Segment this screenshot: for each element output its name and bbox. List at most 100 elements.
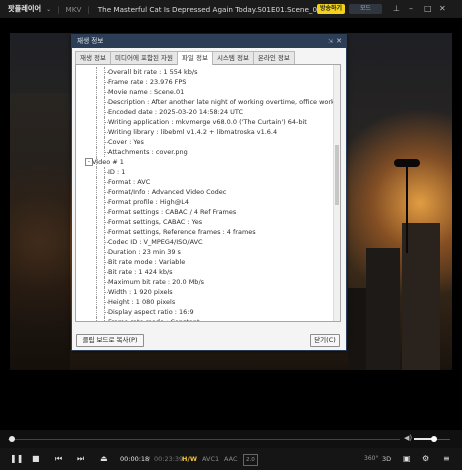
tree-row-text: Bit rate : 1 424 kb/s xyxy=(108,268,173,276)
tree-guide-line xyxy=(96,227,97,237)
tree-row[interactable]: Format settings, Reference frames : 4 fr… xyxy=(76,227,334,237)
file-info-panel[interactable]: Overall bit rate : 1 554 kb/s Frame rate … xyxy=(75,64,341,322)
tree-row[interactable]: Display aspect ratio : 16:9 xyxy=(76,307,334,317)
tree-guide-line xyxy=(96,97,97,107)
tree-row[interactable]: Description : After another late night o… xyxy=(76,97,334,107)
tree-row[interactable]: Bit rate mode : Variable xyxy=(76,257,334,267)
tree-guide-line xyxy=(96,127,97,137)
tab-0[interactable]: 재생 정보 xyxy=(75,51,111,64)
tree-row-text: Display aspect ratio : 16:9 xyxy=(108,308,194,316)
pause-icon[interactable]: ❚❚ xyxy=(10,454,23,464)
next-icon[interactable]: ⏭ xyxy=(77,454,84,464)
file-name: The Masterful Cat Is Depressed Again Tod… xyxy=(97,4,340,14)
playback-info-dialog: 재생 정보 ⇲ ✕ 재생 정보 미디어에 포함된 자원 파일 정보 시스템 정보 온라인… xyxy=(71,34,347,351)
tree-row[interactable]: Writing library : libebml v1.4.2 + libma… xyxy=(76,127,334,137)
mode-dropdown[interactable]: 모드 xyxy=(349,4,382,14)
menu-icon[interactable]: ≡ xyxy=(443,454,450,464)
volume-icon[interactable]: ◀) xyxy=(404,434,412,442)
minimize-icon[interactable]: – xyxy=(409,3,413,15)
tree-row[interactable]: Format settings : CABAC / 4 Ref Frames xyxy=(76,207,334,217)
tree-row[interactable]: Writing application : mkvmerge v68.0.0 (… xyxy=(76,117,334,127)
previous-icon[interactable]: ⏮ xyxy=(55,454,62,464)
tree-row-text: Format settings : CABAC / 4 Ref Frames xyxy=(108,208,237,216)
tree-row-text: Format settings, Reference frames : 4 fr… xyxy=(108,228,256,236)
3d-button[interactable]: 3D xyxy=(382,454,391,464)
eject-icon[interactable]: ⏏ xyxy=(100,454,108,464)
tree-row[interactable]: Height : 1 080 pixels xyxy=(76,297,334,307)
app-menu-label[interactable]: 팟플레이어 xyxy=(0,4,41,14)
tree-row-text: Attachments : cover.png xyxy=(108,148,188,156)
time-separator: / xyxy=(148,455,151,463)
scrollbar-thumb[interactable] xyxy=(335,145,339,205)
broadcast-button[interactable]: 방송하기 xyxy=(317,4,346,14)
tree-row[interactable]: Width : 1 920 pixels xyxy=(76,287,334,297)
360-view-button[interactable]: 360° xyxy=(364,454,378,464)
street-lamp xyxy=(406,163,408,253)
dialog-title-bar[interactable]: 재생 정보 ⇲ ✕ xyxy=(72,35,346,48)
file-format-label: MKV xyxy=(65,4,82,14)
tree-row[interactable]: Cover : Yes xyxy=(76,137,334,147)
tree-row-text: Frame rate : 23.976 FPS xyxy=(108,78,187,86)
file-info-tree[interactable]: Overall bit rate : 1 554 kb/s Frame rate … xyxy=(76,65,334,321)
tree-row[interactable]: Format profile : High@L4 xyxy=(76,197,334,207)
building-silhouette xyxy=(10,93,70,370)
tree-guide-line xyxy=(104,317,105,321)
tree-guide-line xyxy=(96,267,97,277)
volume-handle[interactable] xyxy=(430,436,437,442)
tree-row-text: Duration : 23 min 39 s xyxy=(108,248,181,256)
tree-row[interactable]: Format settings, CABAC : Yes xyxy=(76,217,334,227)
title-divider: | xyxy=(57,4,60,14)
close-button[interactable]: 닫기(C) xyxy=(310,334,340,347)
tree-guide-line xyxy=(96,137,97,147)
copy-to-clipboard-button[interactable]: 클립 보드로 복사(P) xyxy=(76,334,144,347)
tab-1[interactable]: 미디어에 포함된 자원 xyxy=(110,51,178,64)
title-bar: 팟플레이어 ⌄ | MKV | The Masterful Cat Is Dep… xyxy=(0,0,462,18)
chevron-down-icon[interactable]: ⌄ xyxy=(46,6,51,13)
tree-row[interactable]: Bit rate : 1 424 kb/s xyxy=(76,267,334,277)
tree-row[interactable]: Frame rate mode : Constant xyxy=(76,317,334,321)
tab-3[interactable]: 시스템 정보 xyxy=(211,51,254,64)
tree-row-text: Width : 1 920 pixels xyxy=(108,288,173,296)
close-icon[interactable]: ✕ xyxy=(336,35,342,48)
tree-row[interactable]: Encoded date : 2025-03-20 14:58:24 UTC xyxy=(76,107,334,117)
tree-row[interactable]: Frame rate : 23.976 FPS xyxy=(76,77,334,87)
tree-row[interactable]: Movie name : Scene.01 xyxy=(76,87,334,97)
tree-row[interactable]: Format : AVC xyxy=(76,177,334,187)
close-icon[interactable]: ✕ xyxy=(439,3,446,15)
tree-guide-line xyxy=(96,197,97,207)
tree-row-text: Encoded date : 2025-03-20 14:58:24 UTC xyxy=(108,108,244,116)
tree-row[interactable]: Overall bit rate : 1 554 kb/s xyxy=(76,67,334,77)
tree-guide-line xyxy=(96,87,97,97)
tree-row[interactable]: - Video # 1 xyxy=(76,157,334,167)
hw-accel-label[interactable]: H/W xyxy=(182,454,197,464)
pin-icon[interactable]: ⊥ xyxy=(393,3,400,15)
tree-row[interactable]: Maximum bit rate : 20.0 Mb/s xyxy=(76,277,334,287)
tree-row[interactable]: Attachments : cover.png xyxy=(76,147,334,157)
tab-4[interactable]: 온라인 정보 xyxy=(252,51,295,64)
tree-row[interactable]: Codec ID : V_MPEG4/ISO/AVC xyxy=(76,237,334,247)
tree-row[interactable]: Format/Info : Advanced Video Codec xyxy=(76,187,334,197)
gear-icon[interactable]: ⚙ xyxy=(422,454,429,464)
tree-row-text: Height : 1 080 pixels xyxy=(108,298,176,306)
tree-guide-line xyxy=(96,297,97,307)
tab-2[interactable]: 파일 정보 xyxy=(176,51,213,65)
tree-row-text: Bit rate mode : Variable xyxy=(108,258,186,266)
tree-row-text: Format settings, CABAC : Yes xyxy=(108,218,203,226)
seek-track[interactable] xyxy=(8,439,400,440)
stop-icon[interactable]: ■ xyxy=(32,454,40,464)
pin-icon[interactable]: ⇲ xyxy=(328,35,333,48)
maximize-icon[interactable]: □ xyxy=(424,3,432,15)
tree-row-text: Maximum bit rate : 20.0 Mb/s xyxy=(108,278,205,286)
subtitle-icon[interactable]: ▣ xyxy=(403,454,411,464)
tree-guide-line xyxy=(96,277,97,287)
tree-row[interactable]: Duration : 23 min 39 s xyxy=(76,247,334,257)
building-silhouette xyxy=(366,248,400,370)
video-codec-label: AVC1 xyxy=(202,455,220,463)
tree-row[interactable]: ID : 1 xyxy=(76,167,334,177)
seek-handle[interactable] xyxy=(8,436,15,442)
dialog-title: 재생 정보 xyxy=(77,37,104,45)
tree-row-text: Writing application : mkvmerge v68.0.0 (… xyxy=(108,118,307,126)
vertical-scrollbar[interactable] xyxy=(333,65,340,321)
tree-row-text: Overall bit rate : 1 554 kb/s xyxy=(108,68,198,76)
dialog-tabs: 재생 정보 미디어에 포함된 자원 파일 정보 시스템 정보 온라인 정보 xyxy=(75,51,295,65)
